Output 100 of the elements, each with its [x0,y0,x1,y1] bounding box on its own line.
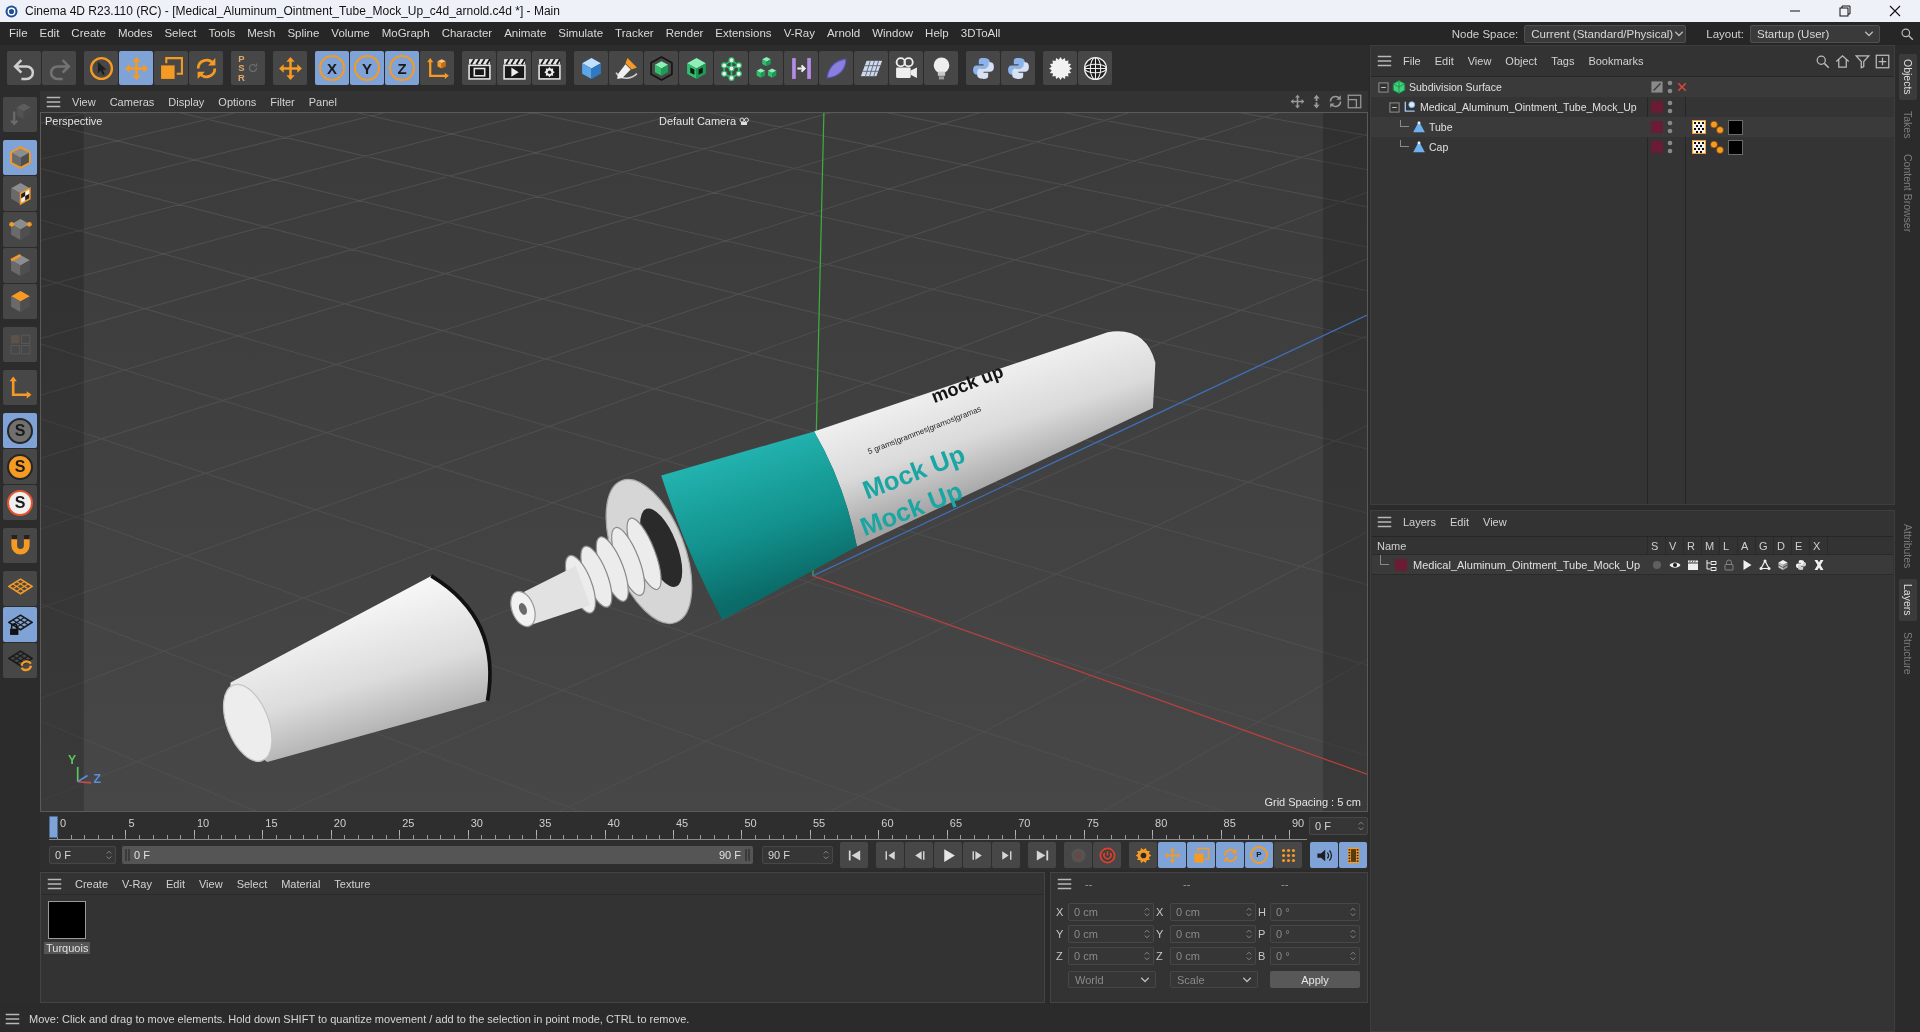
viewport-menu-item[interactable]: Filter [263,95,302,108]
menu-item[interactable]: Window [866,22,920,45]
object-menu-item[interactable]: Object [1498,55,1545,67]
texture-mode-button[interactable] [3,176,37,211]
menu-item[interactable]: Create [65,22,112,45]
axis-lock-button[interactable]: Z [385,51,419,85]
side-tab[interactable]: Layers [1898,579,1917,621]
next-frame-button[interactable] [963,842,991,868]
menu-item[interactable]: Animate [498,22,553,45]
end-frame-field[interactable]: 90 F [762,846,833,864]
frame-range-slider[interactable]: 0 F 90 F [122,846,753,864]
object-menu-item[interactable]: Bookmarks [1581,55,1651,67]
autokey-button[interactable] [1093,842,1121,868]
python-button[interactable] [1001,51,1035,85]
viewport-menu-item[interactable]: View [65,95,103,108]
viewport-menu-item[interactable]: Options [211,95,264,108]
undo-button[interactable] [7,51,41,85]
material-menu-item[interactable]: Select [229,877,275,890]
python-button[interactable] [966,51,1000,85]
menu-item[interactable]: File [3,22,34,45]
rotate-tool-button[interactable] [189,51,223,85]
key-points-button[interactable] [1274,842,1302,868]
play-button[interactable] [934,842,962,868]
menu-item[interactable]: Tools [202,22,242,45]
light-button[interactable] [924,51,958,85]
playhead-handle[interactable] [49,816,58,838]
previous-frame-button[interactable] [905,842,933,868]
object-menu-item[interactable]: Tags [1544,55,1582,67]
layer-menu-item[interactable]: Edit [1443,516,1476,528]
object-name[interactable]: Subdivision Surface [1409,81,1502,93]
material-menu-item[interactable]: View [191,877,230,890]
snap-toggle-button[interactable]: S [3,485,37,520]
material-menu-item[interactable]: Create [68,877,116,890]
object-name[interactable]: Tube [1429,121,1453,133]
layer-menu-item[interactable]: View [1476,516,1514,528]
object-menu-item[interactable]: File [1396,55,1428,67]
recent-tool-button[interactable] [273,51,307,85]
snap-toggle-button[interactable]: S [3,413,37,448]
extrude-button[interactable] [679,51,713,85]
node-space-dropdown[interactable]: Current (Standard/Physical) [1524,24,1687,43]
workplane-lock-button[interactable] [3,607,37,642]
lock-icon[interactable] [1723,558,1735,571]
menu-item[interactable]: Extensions [709,22,778,45]
python-icon[interactable] [1795,558,1807,571]
play-icon[interactable] [1741,558,1753,571]
cube-button[interactable] [574,51,608,85]
scale-tool-button[interactable] [154,51,188,85]
menu-item[interactable]: V-Ray [777,22,821,45]
film-button[interactable] [1339,842,1367,868]
material-menu-item[interactable]: Texture [327,877,378,890]
menu-item[interactable]: Mesh [241,22,282,45]
clapperboard-icon[interactable] [1687,558,1699,571]
object-menu-item[interactable]: View [1460,55,1499,67]
next-key-button[interactable] [992,842,1020,868]
menu-item[interactable]: Character [435,22,499,45]
viewport-menu-item[interactable]: Cameras [102,95,162,108]
snap-toggle-button[interactable]: S [3,449,37,484]
key-settings-button[interactable] [1129,842,1157,868]
coordinate-system-button[interactable] [420,51,454,85]
magnet-button[interactable] [3,528,37,563]
cloner-button[interactable] [714,51,748,85]
pen-button[interactable] [609,51,643,85]
menu-item[interactable]: Render [659,22,710,45]
render-button[interactable] [497,51,531,85]
layer-menu-item[interactable]: Layers [1396,516,1444,528]
sound-button[interactable] [1310,842,1338,868]
side-tab[interactable]: Takes [1898,105,1917,144]
points-mode-button[interactable] [3,212,37,247]
first-frame-button[interactable] [840,842,868,868]
x-shape-icon[interactable] [1813,558,1825,571]
material-menu-item[interactable]: V-Ray [115,877,159,890]
render-settings-button[interactable] [532,51,566,85]
last-frame-button[interactable] [1028,842,1056,868]
menu-item[interactable]: Modes [111,22,159,45]
select-tool-button[interactable] [84,51,118,85]
floor-button[interactable] [854,51,888,85]
menu-item[interactable]: Spline [281,22,326,45]
menu-item[interactable]: Help [919,22,955,45]
current-frame-field[interactable]: 0 F [1309,817,1368,835]
menu-item[interactable]: 3DToAll [954,22,1007,45]
workplane-button[interactable] [3,571,37,606]
material-menu-item[interactable]: Material [274,877,328,890]
deformer-button[interactable] [819,51,853,85]
node-triangle-icon[interactable] [1759,558,1771,571]
menu-item[interactable]: Tracker [609,22,660,45]
previous-key-button[interactable] [876,842,904,868]
menu-item[interactable]: Volume [325,22,376,45]
array-button[interactable] [749,51,783,85]
render-view-button[interactable] [462,51,496,85]
axis-lock-button[interactable]: Y [350,51,384,85]
key-parameter-button[interactable]: P [1245,842,1273,868]
menu-item[interactable]: Select [158,22,203,45]
viewport-menu-item[interactable]: Display [161,95,212,108]
axis-lock-button[interactable]: X [315,51,349,85]
menu-item[interactable]: Arnold [820,22,867,45]
cube-icon[interactable] [1777,558,1789,571]
material-menu-item[interactable]: Edit [159,877,192,890]
start-frame-field[interactable]: 0 F [49,846,116,864]
polygons-mode-button[interactable] [3,284,37,319]
menu-item[interactable]: MoGraph [375,22,436,45]
